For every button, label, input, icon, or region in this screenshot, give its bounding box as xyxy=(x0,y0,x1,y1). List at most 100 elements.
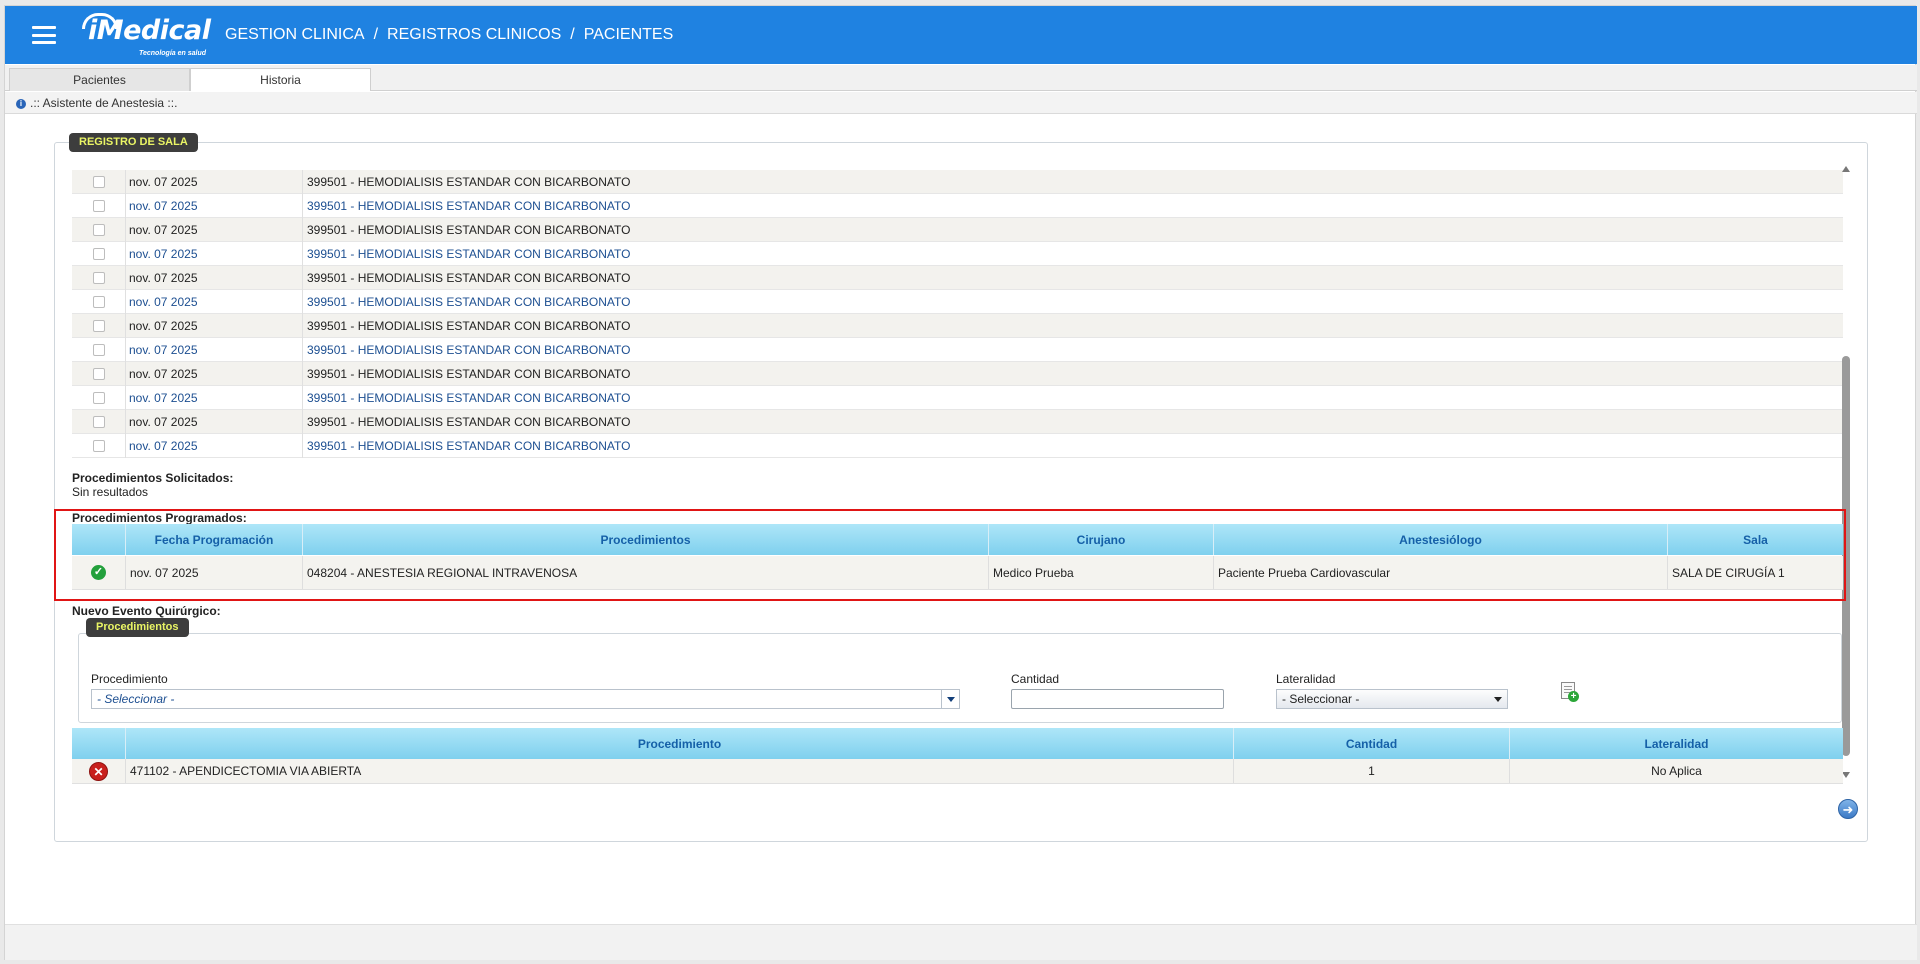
row-date: nov. 07 2025 xyxy=(126,361,303,386)
row-date: nov. 07 2025 xyxy=(126,265,303,290)
lateralidad-select-value: - Seleccionar - xyxy=(1282,692,1360,706)
row-checkbox[interactable] xyxy=(92,295,105,308)
solicitados-heading: Procedimientos Solicitados: xyxy=(72,471,234,485)
row-date: nov. 07 2025 xyxy=(126,385,303,410)
app-logo: iMedical Tecnología en salud xyxy=(82,13,211,57)
row-checkbox[interactable] xyxy=(92,223,105,236)
highlight-box xyxy=(54,509,1846,601)
breadcrumb-item-registros[interactable]: REGISTROS CLINICOS xyxy=(387,26,561,44)
row-date: nov. 07 2025 xyxy=(126,193,303,218)
row-date: nov. 07 2025 xyxy=(126,337,303,362)
table-row: nov. 07 2025 399501 - HEMODIALISIS ESTAND… xyxy=(72,313,1843,338)
row-procedure: 399501 - HEMODIALISIS ESTANDAR CON BICAR… xyxy=(307,390,631,405)
row-procedure: 399501 - HEMODIALISIS ESTANDAR CON BICAR… xyxy=(307,438,631,453)
row-procedure: 399501 - HEMODIALISIS ESTANDAR CON BICAR… xyxy=(307,270,631,285)
breadcrumb-item-pacientes[interactable]: PACIENTES xyxy=(584,26,674,44)
row-checkbox[interactable] xyxy=(92,175,105,188)
app-window: iMedical Tecnología en salud GESTION CLI… xyxy=(4,5,1917,960)
cantidad-label: Cantidad xyxy=(1011,672,1060,686)
procedimiento-select-value: - Seleccionar - xyxy=(97,692,175,706)
table-row: nov. 07 2025 399501 - HEMODIALISIS ESTAND… xyxy=(72,193,1843,218)
assistant-title-bar: i .:: Asistente de Anestesia ::. xyxy=(5,92,1917,114)
row-date: nov. 07 2025 xyxy=(126,241,303,266)
arrow-right-icon[interactable]: ➜ xyxy=(1838,799,1858,819)
row-date: nov. 07 2025 xyxy=(126,169,303,194)
table-row: ✕ 471102 - APENDICECTOMIA VIA ABIERTA 1 … xyxy=(72,759,1843,784)
table-row: nov. 07 2025 399501 - HEMODIALISIS ESTAND… xyxy=(72,337,1843,362)
lateralidad-label: Lateralidad xyxy=(1276,672,1336,686)
row-procedure: 399501 - HEMODIALISIS ESTANDAR CON BICAR… xyxy=(307,246,631,261)
chevron-down-icon[interactable] xyxy=(941,690,959,708)
table-row: nov. 07 2025 399501 - HEMODIALISIS ESTAND… xyxy=(72,385,1843,410)
row-procedure: 399501 - HEMODIALISIS ESTANDAR CON BICAR… xyxy=(307,174,631,189)
column-header-lateralidad: Lateralidad xyxy=(1644,736,1709,751)
row-checkbox[interactable] xyxy=(92,391,105,404)
procedimiento-label: Procedimiento xyxy=(91,672,168,686)
added-laterality: No Aplica xyxy=(1651,764,1702,778)
row-procedure: 399501 - HEMODIALISIS ESTANDAR CON BICAR… xyxy=(307,366,631,381)
procedure-list: nov. 07 2025 399501 - HEMODIALISIS ESTAND… xyxy=(72,169,1843,458)
row-procedure: 399501 - HEMODIALISIS ESTANDAR CON BICAR… xyxy=(307,222,631,237)
nuevo-evento-heading: Nuevo Evento Quirúrgico: xyxy=(72,604,221,618)
plus-icon: + xyxy=(1568,691,1579,702)
table-row: nov. 07 2025 399501 - HEMODIALISIS ESTAND… xyxy=(72,433,1843,458)
add-procedure-icon[interactable]: + xyxy=(1561,682,1579,702)
vertical-scrollbar[interactable] xyxy=(1841,166,1851,778)
row-checkbox[interactable] xyxy=(92,271,105,284)
table-row: nov. 07 2025 399501 - HEMODIALISIS ESTAND… xyxy=(72,217,1843,242)
table-row: nov. 07 2025 399501 - HEMODIALISIS ESTAND… xyxy=(72,265,1843,290)
breadcrumb-item-gestion[interactable]: GESTION CLINICA xyxy=(225,26,365,44)
top-navigation-bar: iMedical Tecnología en salud GESTION CLI… xyxy=(5,6,1917,64)
column-header-procedimiento: Procedimiento xyxy=(126,728,1234,759)
section-legend: REGISTRO DE SALA xyxy=(69,133,198,152)
row-procedure: 399501 - HEMODIALISIS ESTANDAR CON BICAR… xyxy=(307,342,631,357)
info-icon: i xyxy=(16,99,26,109)
row-checkbox[interactable] xyxy=(92,367,105,380)
solicitados-empty-text: Sin resultados xyxy=(72,485,149,499)
row-date: nov. 07 2025 xyxy=(126,433,303,458)
footer-bar xyxy=(5,924,1917,960)
row-procedure: 399501 - HEMODIALISIS ESTANDAR CON BICAR… xyxy=(307,198,631,213)
row-checkbox[interactable] xyxy=(92,247,105,260)
table-row: nov. 07 2025 399501 - HEMODIALISIS ESTAND… xyxy=(72,169,1843,194)
breadcrumb: GESTION CLINICA / REGISTROS CLINICOS / P… xyxy=(225,26,673,44)
procedimientos-legend: Procedimientos xyxy=(86,618,189,637)
added-quantity: 1 xyxy=(1234,759,1510,783)
table-row: nov. 07 2025 399501 - HEMODIALISIS ESTAND… xyxy=(72,361,1843,386)
added-procedures-header: Procedimiento Cantidad Lateralidad xyxy=(72,728,1843,759)
breadcrumb-separator: / xyxy=(373,26,379,43)
row-date: nov. 07 2025 xyxy=(126,409,303,434)
action-column-header xyxy=(72,728,126,759)
row-checkbox[interactable] xyxy=(92,199,105,212)
breadcrumb-separator: / xyxy=(570,26,575,43)
row-checkbox[interactable] xyxy=(92,343,105,356)
delete-icon[interactable]: ✕ xyxy=(89,761,108,781)
tab-historia[interactable]: Historia xyxy=(190,68,371,91)
table-row: nov. 07 2025 399501 - HEMODIALISIS ESTAND… xyxy=(72,241,1843,266)
assistant-title: .:: Asistente de Anestesia ::. xyxy=(30,95,178,110)
procedimiento-select[interactable]: - Seleccionar - xyxy=(91,689,960,709)
row-checkbox[interactable] xyxy=(92,319,105,332)
tab-bar: Pacientes Historia xyxy=(5,65,1917,91)
row-date: nov. 07 2025 xyxy=(126,313,303,338)
added-procedure: 471102 - APENDICECTOMIA VIA ABIERTA xyxy=(126,759,1234,783)
lateralidad-select[interactable]: - Seleccionar - xyxy=(1276,689,1508,709)
row-checkbox[interactable] xyxy=(92,415,105,428)
menu-icon[interactable] xyxy=(32,26,56,44)
row-checkbox[interactable] xyxy=(92,439,105,452)
table-row: nov. 07 2025 399501 - HEMODIALISIS ESTAND… xyxy=(72,409,1843,434)
row-procedure: 399501 - HEMODIALISIS ESTANDAR CON BICAR… xyxy=(307,414,631,429)
row-date: nov. 07 2025 xyxy=(126,289,303,314)
procedimientos-subpanel xyxy=(78,633,1842,723)
row-procedure: 399501 - HEMODIALISIS ESTANDAR CON BICAR… xyxy=(307,294,631,309)
row-date: nov. 07 2025 xyxy=(126,217,303,242)
row-procedure: 399501 - HEMODIALISIS ESTANDAR CON BICAR… xyxy=(307,318,631,333)
tab-pacientes[interactable]: Pacientes xyxy=(9,68,190,91)
scroll-up-icon[interactable] xyxy=(1842,166,1850,172)
chevron-down-icon[interactable] xyxy=(1489,690,1507,708)
logo-text: iMedical xyxy=(88,15,211,46)
logo-subtitle: Tecnología en salud xyxy=(138,50,206,57)
scroll-down-icon[interactable] xyxy=(1842,772,1850,778)
cantidad-input[interactable] xyxy=(1011,689,1224,709)
column-header-cantidad: Cantidad xyxy=(1234,728,1510,759)
